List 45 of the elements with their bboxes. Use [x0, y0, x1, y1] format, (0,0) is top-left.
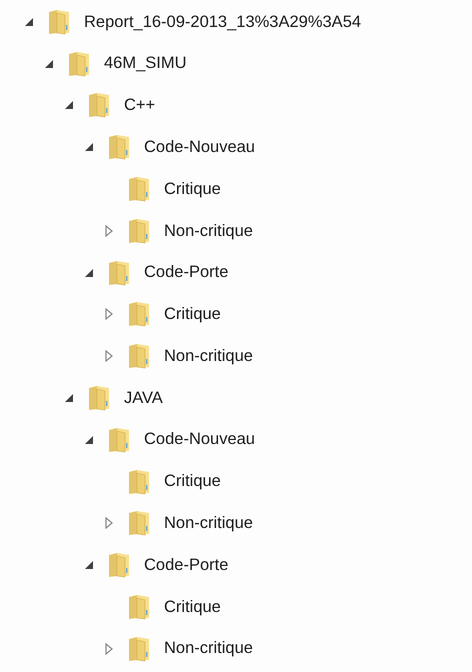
- collapsed-arrow-icon[interactable]: [104, 517, 114, 530]
- folder-icon: [108, 134, 130, 160]
- folder-icon: [108, 552, 130, 578]
- folder-label[interactable]: Non-critique: [164, 344, 253, 369]
- folder-label[interactable]: Non-critique: [164, 218, 253, 244]
- expanded-arrow-icon[interactable]: [84, 434, 94, 445]
- expanded-arrow-icon[interactable]: [84, 560, 94, 570]
- folder-label[interactable]: Code-Porte: [144, 260, 228, 286]
- expanded-arrow-icon[interactable]: [64, 100, 74, 110]
- folder-label[interactable]: Non-critique: [164, 636, 253, 662]
- folder-icon: [128, 176, 150, 202]
- folder-icon: [108, 426, 130, 453]
- folder-icon: [128, 510, 150, 536]
- folder-label[interactable]: Critique: [164, 302, 221, 327]
- folder-label[interactable]: C++: [124, 93, 156, 118]
- collapsed-arrow-icon[interactable]: [104, 350, 114, 362]
- folder-label[interactable]: Report_16-09-2013_13%3A29%3A54: [84, 10, 362, 34]
- folder-icon: [128, 468, 150, 495]
- folder-icon: [128, 594, 150, 620]
- folder-icon: [88, 92, 110, 118]
- folder-label[interactable]: Critique: [164, 594, 221, 620]
- folder-label[interactable]: Code-Porte: [144, 552, 228, 578]
- folder-icon: [48, 8, 70, 35]
- folder-label[interactable]: 46M_SIMU: [104, 51, 187, 76]
- expanded-arrow-icon[interactable]: [84, 268, 94, 278]
- folder-label[interactable]: Code-Nouveau: [144, 134, 255, 160]
- folder-icon: [128, 343, 150, 370]
- folder-icon: [88, 385, 110, 412]
- expanded-arrow-icon[interactable]: [64, 393, 74, 404]
- folder-icon: [128, 218, 150, 244]
- folder-label[interactable]: Critique: [164, 176, 221, 202]
- folder-label[interactable]: Code-Nouveau: [144, 427, 255, 452]
- expanded-arrow-icon[interactable]: [24, 16, 34, 27]
- folder-icon: [68, 50, 90, 77]
- folder-label[interactable]: Non-critique: [164, 511, 253, 536]
- folder-icon: [128, 636, 150, 662]
- folder-icon: [108, 260, 130, 286]
- collapsed-arrow-icon[interactable]: [104, 224, 114, 237]
- expanded-arrow-icon[interactable]: [44, 58, 54, 69]
- collapsed-arrow-icon[interactable]: [104, 308, 114, 320]
- folder-label[interactable]: JAVA: [124, 386, 163, 410]
- expanded-arrow-icon[interactable]: [84, 142, 94, 152]
- folder-icon: [128, 301, 150, 328]
- collapsed-arrow-icon[interactable]: [104, 642, 114, 655]
- folder-label[interactable]: Critique: [164, 469, 221, 494]
